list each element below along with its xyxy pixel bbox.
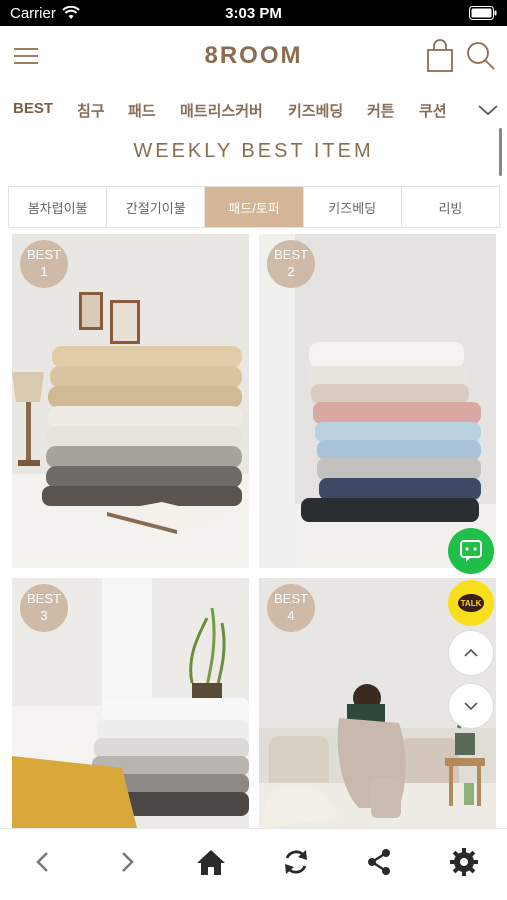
best-badge: BEST 1 — [20, 240, 68, 288]
status-bar: Carrier 3:03 PM — [0, 0, 507, 26]
refresh-icon — [285, 850, 307, 874]
forward-icon — [122, 852, 134, 872]
category-nav: BEST 침구 패드 매트리스커버 키즈베딩 커튼 쿠션 — [0, 96, 507, 126]
product-card[interactable]: BEST 2 — [259, 234, 496, 568]
chevron-down-icon — [478, 105, 498, 116]
category-expand-button[interactable] — [476, 98, 500, 122]
scroll-bottom-button[interactable] — [448, 683, 494, 729]
badge-label: BEST — [27, 591, 61, 607]
kakaotalk-label: TALK — [460, 598, 482, 608]
kakaotalk-icon: TALK — [458, 594, 484, 612]
scroll-top-button[interactable] — [448, 630, 494, 676]
settings-button[interactable] — [447, 845, 481, 879]
category-tabs: 봄차렵이불 간절기이불 패드/토퍼 키즈베딩 리빙 — [8, 186, 500, 228]
tab-spring-comforter[interactable]: 봄차렵이불 — [9, 187, 108, 227]
back-button[interactable] — [26, 845, 60, 879]
search-icon — [467, 42, 495, 70]
tab-kids-bedding[interactable]: 키즈베딩 — [304, 187, 402, 227]
search-button[interactable] — [465, 40, 497, 72]
battery-icon — [469, 6, 497, 20]
badge-label: BEST — [27, 247, 61, 263]
badge-rank: 2 — [287, 264, 295, 279]
best-badge: BEST 4 — [267, 584, 315, 632]
settings-icon — [450, 848, 478, 876]
category-bedding[interactable]: 침구 — [77, 100, 105, 121]
wifi-icon — [62, 6, 80, 19]
share-icon — [368, 849, 390, 875]
category-kids-bedding[interactable]: 키즈베딩 — [288, 100, 343, 121]
arrow-down-icon — [464, 702, 478, 711]
refresh-button[interactable] — [279, 845, 313, 879]
tab-season-comforter[interactable]: 간절기이불 — [107, 187, 206, 227]
category-curtain[interactable]: 커튼 — [367, 100, 395, 121]
menu-icon — [14, 48, 38, 64]
badge-label: BEST — [274, 247, 308, 263]
menu-button[interactable] — [12, 44, 40, 68]
tab-pad-topper[interactable]: 패드/토퍼 — [205, 187, 304, 227]
badge-rank: 4 — [287, 608, 295, 623]
category-pad[interactable]: 패드 — [128, 100, 156, 121]
status-left: Carrier — [10, 5, 80, 22]
back-icon — [36, 852, 48, 872]
tab-living[interactable]: 리빙 — [402, 187, 499, 227]
arrow-up-icon — [464, 648, 478, 657]
category-mattress-cover[interactable]: 매트리스커버 — [180, 100, 263, 121]
app-header: 8ROOM — [0, 26, 507, 88]
badge-label: BEST — [274, 591, 308, 607]
chat-button[interactable] — [448, 528, 494, 574]
category-cushion[interactable]: 쿠션 — [419, 100, 447, 121]
bottom-toolbar — [0, 828, 507, 900]
chat-icon — [460, 540, 482, 562]
kakaotalk-button[interactable]: TALK — [448, 580, 494, 626]
product-card[interactable]: BEST 1 — [12, 234, 249, 568]
carrier-label: Carrier — [10, 4, 56, 22]
best-badge: BEST 2 — [267, 240, 315, 288]
category-best[interactable]: BEST — [13, 100, 53, 117]
home-icon — [197, 850, 225, 875]
bag-icon — [427, 39, 453, 72]
share-button[interactable] — [362, 845, 396, 879]
status-right — [469, 6, 497, 20]
forward-button[interactable] — [110, 845, 144, 879]
home-button[interactable] — [194, 845, 228, 879]
section-title: WEEKLY BEST ITEM — [133, 140, 374, 162]
best-badge: BEST 3 — [20, 584, 68, 632]
badge-rank: 3 — [40, 608, 48, 623]
badge-rank: 1 — [40, 264, 48, 279]
cart-button[interactable] — [425, 39, 455, 73]
